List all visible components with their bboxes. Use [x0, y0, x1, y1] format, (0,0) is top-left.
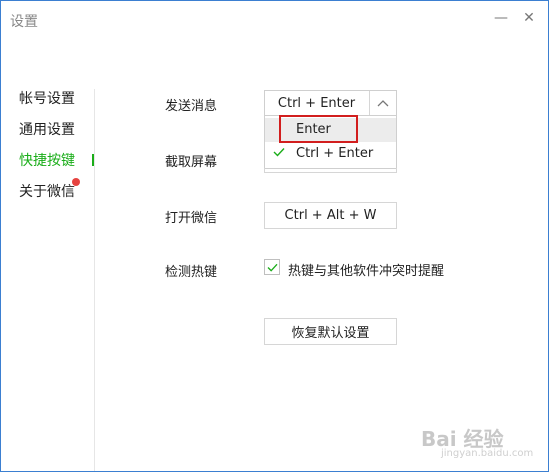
send-message-label: 发送消息: [165, 99, 218, 114]
send-message-select[interactable]: Ctrl + Enter: [264, 90, 397, 116]
sidebar-item-about[interactable]: 关于微信: [19, 181, 75, 201]
check-icon: [273, 146, 285, 160]
sidebar-divider: [94, 89, 95, 471]
settings-window: 设置 — ✕ 帐号设置 通用设置 快捷按键 关于微信 发送消息 Ctrl + E…: [0, 0, 549, 472]
open-wechat-keybox[interactable]: Ctrl + Alt + W: [264, 202, 397, 229]
watermark-url: jingyan.baidu.com: [441, 448, 534, 459]
hotkey-conflict-checkbox[interactable]: [264, 259, 280, 275]
send-message-value: Ctrl + Enter: [277, 95, 356, 111]
annotation-highlight-box: [279, 115, 358, 143]
hotkey-conflict-label: 热键与其他软件冲突时提醒: [288, 264, 445, 279]
restore-defaults-button[interactable]: 恢复默认设置: [264, 318, 397, 345]
sidebar-item-general[interactable]: 通用设置: [19, 119, 75, 139]
dropdown-option-label: Ctrl + Enter: [296, 146, 374, 161]
sidebar-item-account[interactable]: 帐号设置: [19, 88, 75, 108]
notification-badge: [72, 178, 80, 186]
dropdown-option-ctrl-enter[interactable]: Ctrl + Enter: [265, 142, 396, 166]
window-title: 设置: [10, 14, 38, 30]
sidebar-item-shortcuts[interactable]: 快捷按键: [19, 150, 75, 170]
close-button[interactable]: ✕: [518, 7, 540, 29]
open-wechat-label: 打开微信: [165, 211, 218, 226]
screenshot-label: 截取屏幕: [165, 155, 218, 170]
detect-hotkey-label: 检测热键: [165, 265, 218, 280]
chevron-up-icon[interactable]: [369, 91, 396, 115]
minimize-button[interactable]: —: [490, 7, 512, 29]
screenshot-keybox[interactable]: [264, 168, 397, 173]
